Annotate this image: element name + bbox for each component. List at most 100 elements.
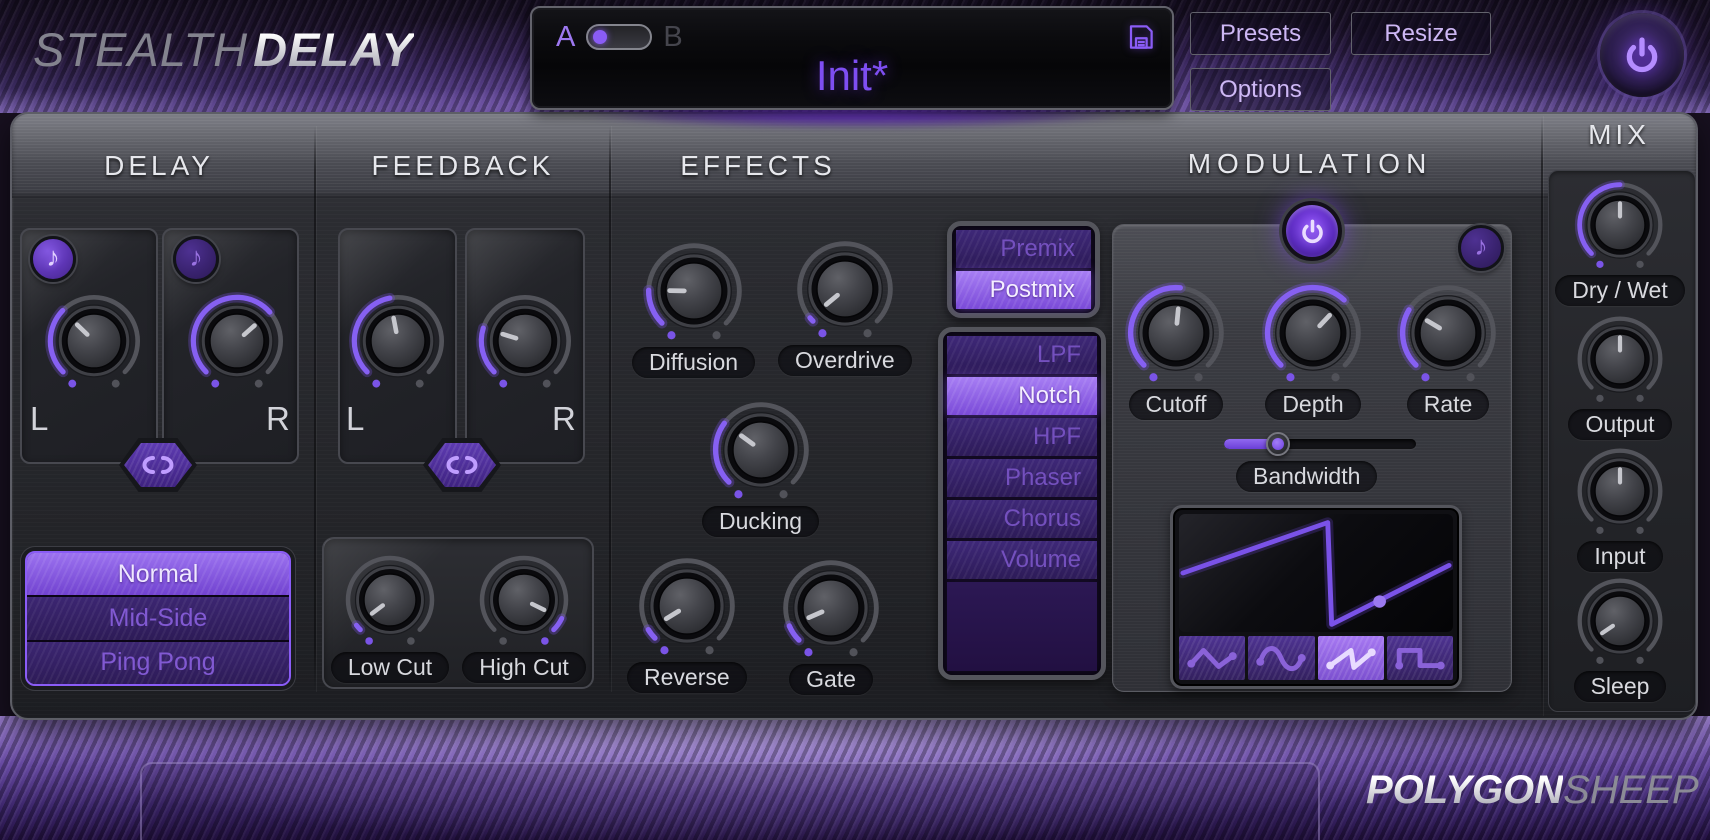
reverse-unit: Reverse	[627, 552, 747, 693]
overdrive-label: Overdrive	[778, 345, 912, 376]
low-cut-label: Low Cut	[331, 652, 449, 683]
ducking-label: Ducking	[702, 506, 819, 537]
power-icon	[1619, 32, 1665, 78]
ab-toggle[interactable]	[586, 24, 652, 50]
chain-link-icon	[439, 453, 485, 477]
filter-volume[interactable]: Volume	[947, 541, 1097, 579]
options-button[interactable]: Options	[1190, 68, 1331, 111]
mode-mid-side[interactable]: Mid-Side	[27, 597, 289, 641]
lfo-shape-triangle-button[interactable]	[1179, 636, 1245, 680]
lfo-shape-square-button[interactable]	[1387, 636, 1453, 680]
lfo-shape-sine-button[interactable]	[1248, 636, 1314, 680]
mode-ping-pong[interactable]: Ping Pong	[27, 642, 289, 684]
divider-feedback-effects	[609, 126, 611, 692]
delay-section-title: DELAY	[59, 150, 259, 182]
delay-left-tempo-sync-note-icon[interactable]: ♪	[30, 236, 76, 282]
save-preset-icon[interactable]	[1126, 22, 1156, 52]
reverse-knob[interactable]	[633, 552, 741, 660]
feedback-section-title: FEEDBACK	[338, 150, 588, 182]
modulation-section-title: MODULATION	[1156, 148, 1464, 180]
ab-label-a: A	[556, 21, 575, 54]
sleep-unit: Sleep	[1570, 573, 1670, 702]
low-cut-unit: Low Cut	[332, 550, 448, 683]
slider-thumb[interactable]	[1266, 432, 1290, 456]
filter-type-selector: LPF Notch HPF Phaser Chorus Volume	[938, 327, 1106, 680]
note-icon: ♪	[1474, 233, 1488, 260]
triangle-wave-icon	[1184, 641, 1240, 675]
saw-wave-icon	[1323, 641, 1379, 675]
filter-phaser[interactable]: Phaser	[947, 459, 1097, 497]
routing-postmix[interactable]: Postmix	[956, 271, 1091, 309]
plugin-window: STEALTHDELAY A B Init* Presets Resize Op…	[0, 0, 1710, 840]
dry-wet-knob[interactable]	[1572, 177, 1668, 273]
cutoff-knob[interactable]	[1122, 279, 1230, 387]
divider-delay-feedback	[314, 126, 316, 692]
preset-display: A B Init*	[530, 6, 1174, 110]
slider-track	[1224, 439, 1416, 449]
input-unit: Input	[1570, 443, 1670, 572]
gate-unit: Gate	[777, 554, 885, 695]
preset-name[interactable]: Init*	[532, 52, 1172, 100]
delay-left-label: L	[30, 400, 48, 438]
bandwidth-label: Bandwidth	[1236, 461, 1377, 492]
brand-sheep: SHEEP	[1563, 768, 1699, 812]
divider-modulation-mix	[1541, 116, 1543, 716]
sleep-label: Sleep	[1574, 671, 1667, 702]
lfo-shape-saw-button[interactable]	[1318, 636, 1384, 680]
ducking-unit: Ducking	[702, 396, 819, 537]
overdrive-unit: Overdrive	[778, 235, 912, 376]
mix-section-title: MIX	[1557, 119, 1681, 151]
rate-unit: Rate	[1394, 279, 1502, 420]
routing-selector: Premix Postmix	[947, 221, 1100, 318]
master-power-button[interactable]	[1600, 13, 1684, 97]
depth-unit: Depth	[1259, 279, 1367, 420]
ab-row: A B	[556, 21, 1156, 53]
gate-label: Gate	[789, 664, 873, 695]
depth-knob[interactable]	[1259, 279, 1367, 387]
delay-right-tempo-sync-note-icon[interactable]: ♪	[173, 236, 219, 282]
filter-notch[interactable]: Notch	[947, 377, 1097, 415]
lfo-shape-row	[1179, 636, 1453, 680]
high-cut-knob[interactable]	[474, 550, 574, 650]
feedback-right-knob[interactable]	[473, 289, 577, 393]
cutoff-unit: Cutoff	[1122, 279, 1230, 420]
output-knob[interactable]	[1572, 311, 1668, 407]
footer-info-box	[140, 762, 1320, 840]
presets-button[interactable]: Presets	[1190, 12, 1331, 55]
input-knob[interactable]	[1572, 443, 1668, 539]
gate-knob[interactable]	[777, 554, 885, 662]
overdrive-knob[interactable]	[791, 235, 899, 343]
brand-polygon: POLYGON	[1366, 768, 1563, 812]
feedback-left-knob[interactable]	[346, 289, 450, 393]
feedback-right-label: R	[552, 400, 576, 438]
filter-lpf[interactable]: LPF	[947, 336, 1097, 374]
dry-wet-label: Dry / Wet	[1555, 275, 1684, 306]
delay-time-right-knob[interactable]	[185, 289, 289, 393]
plugin-logo: STEALTHDELAY	[33, 22, 414, 77]
lfo-display-box	[1170, 505, 1462, 689]
diffusion-knob[interactable]	[640, 237, 748, 345]
routing-premix[interactable]: Premix	[956, 230, 1091, 268]
delay-mode-selector: Normal Mid-Side Ping Pong	[25, 551, 291, 686]
lfo-phase-dot	[1373, 595, 1386, 607]
resize-button[interactable]: Resize	[1351, 12, 1491, 55]
low-cut-knob[interactable]	[340, 550, 440, 650]
bandwidth-slider[interactable]	[1224, 432, 1416, 456]
filter-hpf[interactable]: HPF	[947, 418, 1097, 456]
ab-toggle-dot	[593, 30, 607, 44]
filter-list-filler	[947, 582, 1097, 671]
power-icon	[1297, 216, 1328, 247]
filter-chorus[interactable]: Chorus	[947, 500, 1097, 538]
modulation-power-button[interactable]	[1282, 201, 1342, 261]
dry-wet-unit: Dry / Wet	[1570, 177, 1670, 306]
modulation-tempo-sync-note-icon[interactable]: ♪	[1458, 225, 1504, 271]
output-unit: Output	[1570, 311, 1670, 440]
high-cut-unit: High Cut	[466, 550, 582, 683]
rate-knob[interactable]	[1394, 279, 1502, 387]
sleep-knob[interactable]	[1572, 573, 1668, 669]
note-icon: ♪	[46, 244, 60, 271]
logo-stealth: STEALTH	[33, 23, 248, 76]
mode-normal[interactable]: Normal	[27, 553, 289, 597]
delay-time-left-knob[interactable]	[42, 289, 146, 393]
ducking-knob[interactable]	[707, 396, 815, 504]
